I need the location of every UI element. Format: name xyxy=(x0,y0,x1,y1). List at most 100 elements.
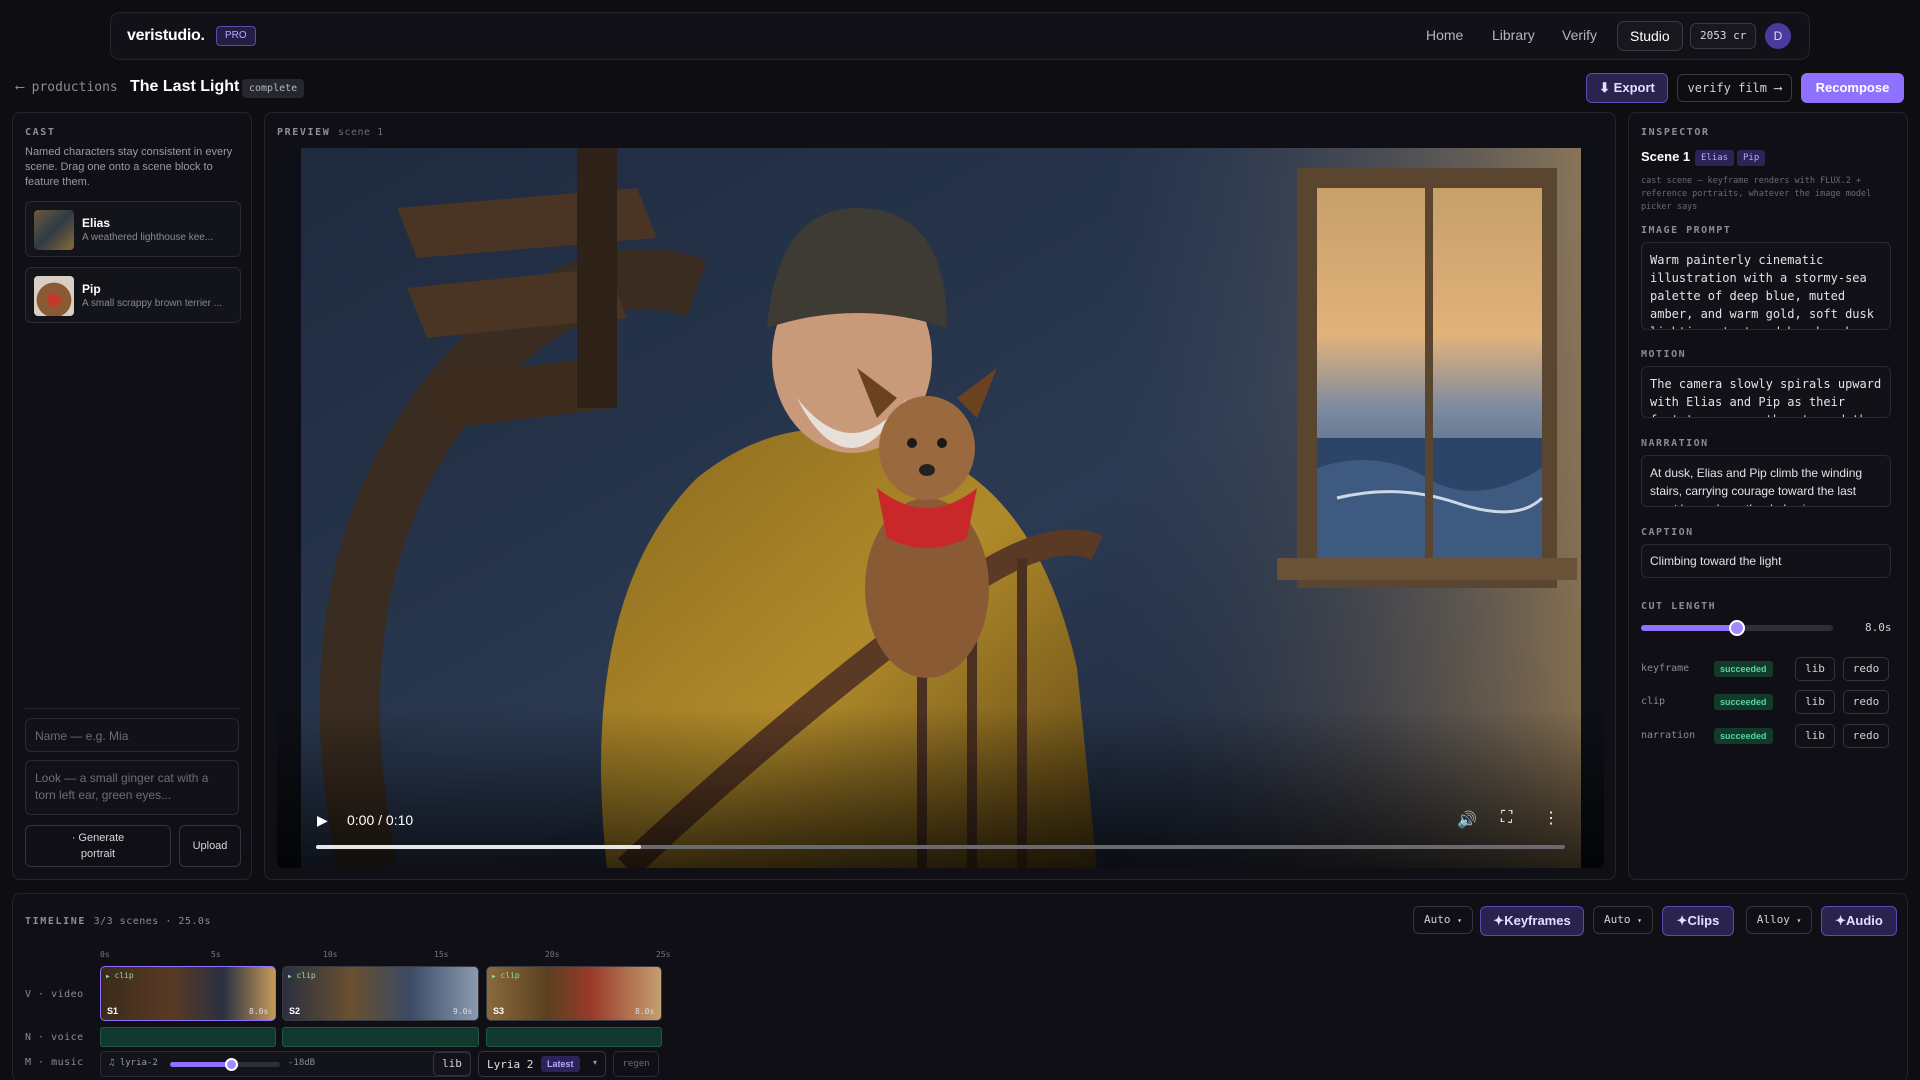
fullscreen-icon[interactable]: ⛶ xyxy=(1501,809,1512,827)
cast-look-input[interactable]: Look — a small ginger cat with a torn le… xyxy=(25,760,239,815)
clip-tag: ▶ clip xyxy=(288,971,316,980)
pro-badge: PRO xyxy=(216,26,256,46)
cast-member-pip[interactable]: Pip A small scrappy brown terrier ... xyxy=(25,267,241,323)
voice-block-s3[interactable] xyxy=(486,1027,662,1047)
narration-lib-button[interactable]: lib xyxy=(1795,724,1835,748)
motion-input[interactable]: The camera slowly spirals upward with El… xyxy=(1641,366,1891,418)
cast-description: Named characters stay consistent in ever… xyxy=(25,146,233,188)
export-button[interactable]: ⬇ Export xyxy=(1586,73,1668,103)
inspector-note: cast scene — keyframe renders with FLUX.… xyxy=(1641,176,1872,212)
audio-button[interactable]: ✦Audio xyxy=(1821,906,1897,936)
chevron-down-icon: ▾ xyxy=(593,1058,598,1067)
clip-model-select[interactable]: Auto ▾ xyxy=(1593,906,1653,934)
clips-button[interactable]: ✦Clips xyxy=(1662,906,1734,936)
scene-clip-s2[interactable]: ▶ clip S2 9.0s xyxy=(282,966,479,1021)
cut-length-fill xyxy=(1641,625,1737,631)
divider xyxy=(25,708,239,709)
music-volume-slider[interactable] xyxy=(170,1058,280,1071)
cast-member-elias[interactable]: Elias A weathered lighthouse kee... xyxy=(25,201,241,257)
avatar[interactable]: D xyxy=(1765,23,1791,49)
scene-clip-s3[interactable]: ▶ clip S3 8.0s xyxy=(486,966,662,1021)
more-options-icon[interactable]: ⋮ xyxy=(1543,808,1559,828)
nav-home[interactable]: Home xyxy=(1426,27,1463,43)
narration-redo-button[interactable]: redo xyxy=(1843,724,1889,748)
page-title: The Last Light xyxy=(130,78,240,95)
nav-studio[interactable]: Studio xyxy=(1617,21,1683,51)
keyframe-model-select[interactable]: Auto ▾ xyxy=(1413,906,1473,934)
clip-label: S1 xyxy=(107,1006,119,1016)
music-volume-handle[interactable] xyxy=(224,1058,238,1071)
keyframe-redo-button[interactable]: redo xyxy=(1843,657,1889,681)
voice-select[interactable]: Alloy ▾ xyxy=(1746,906,1812,934)
top-nav: veristudio. PRO Home Library Verify Stud… xyxy=(110,12,1810,60)
member-desc: A small scrappy brown terrier ... xyxy=(82,298,223,309)
preview-heading: PREVIEW scene 1 xyxy=(277,127,384,138)
music-select-label: Lyria 2 xyxy=(487,1058,534,1071)
generate-portrait-button[interactable]: · Generate portrait xyxy=(25,825,171,867)
status-row-keyframe: keyframe xyxy=(1641,663,1690,674)
music-volume-fill xyxy=(170,1062,231,1067)
video-player[interactable]: ▶ 0:00 / 0:10 🔊 ⛶ ⋮ xyxy=(277,148,1604,868)
download-icon: ⬇ xyxy=(1599,80,1611,95)
clip-duration: 8.0s xyxy=(635,1007,655,1016)
cut-length-handle[interactable] xyxy=(1729,620,1745,636)
clip-lib-button[interactable]: lib xyxy=(1795,690,1835,714)
keyframes-button[interactable]: ✦Keyframes xyxy=(1480,906,1584,936)
arrow-left-icon: ⟵ xyxy=(16,80,24,95)
tick-label: 0s xyxy=(100,950,110,959)
caption-input[interactable]: Climbing toward the light xyxy=(1641,544,1891,578)
tick-label: 20s xyxy=(545,950,560,959)
video-scrubber[interactable] xyxy=(316,845,1565,849)
scene-title: Scene 1 xyxy=(1641,149,1691,164)
cut-length-label: CUT LENGTH xyxy=(1641,601,1717,612)
tick-label: 15s xyxy=(434,950,449,959)
back-link[interactable]: ⟵ productions xyxy=(16,80,118,95)
cast-name-input[interactable]: Name — e.g. Mia xyxy=(25,718,239,752)
elias-portrait xyxy=(34,210,74,250)
brand-logo[interactable]: veristudio. xyxy=(127,27,205,45)
clip-redo-button[interactable]: redo xyxy=(1843,690,1889,714)
image-prompt-input[interactable]: Warm painterly cinematic illustration wi… xyxy=(1641,242,1891,330)
status-badge-clip: succeeded xyxy=(1714,694,1773,710)
member-name: Elias xyxy=(82,216,111,230)
char-pill-pip[interactable]: Pip xyxy=(1737,150,1766,166)
tick-label: 25s xyxy=(656,950,671,959)
music-lib-button[interactable]: lib xyxy=(433,1052,471,1076)
verify-film-button[interactable]: verify film ⟶ xyxy=(1677,74,1792,102)
track-label-video: V · video xyxy=(25,989,84,1000)
pip-portrait xyxy=(34,276,74,316)
recompose-button[interactable]: Recompose xyxy=(1801,73,1904,103)
member-desc: A weathered lighthouse kee... xyxy=(82,232,214,243)
sparkle-icon: ✦ xyxy=(1835,913,1847,928)
music-model-select[interactable]: Lyria 2 Latest ▾ xyxy=(478,1051,606,1077)
motion-label: MOTION xyxy=(1641,349,1687,360)
keyframe-lib-button[interactable]: lib xyxy=(1795,657,1835,681)
image-prompt-label: IMAGE PROMPT xyxy=(1641,225,1732,236)
music-model: ♫ lyria-2 xyxy=(109,1058,158,1068)
voice-block-s1[interactable] xyxy=(100,1027,276,1047)
play-icon[interactable]: ▶ xyxy=(317,812,328,829)
nav-library[interactable]: Library xyxy=(1492,27,1535,43)
sparkle-icon: ✦ xyxy=(1676,913,1688,928)
scene-clip-s1[interactable]: ▶ clip S1 8.0s xyxy=(100,966,276,1021)
timeline-panel: TIMELINE 3/3 scenes · 25.0s Auto ▾ ✦Keyf… xyxy=(12,893,1908,1080)
cast-heading: CAST xyxy=(25,127,56,138)
member-name: Pip xyxy=(82,282,101,296)
sparkle-icon: ✦ xyxy=(1493,913,1505,928)
cut-length-value: 8.0s xyxy=(1865,621,1892,634)
cut-length-slider[interactable] xyxy=(1641,620,1833,636)
char-pill-elias[interactable]: Elias xyxy=(1695,150,1735,166)
narration-input[interactable]: At dusk, Elias and Pip climb the winding… xyxy=(1641,455,1891,507)
upload-button[interactable]: Upload xyxy=(179,825,241,867)
music-regen-button[interactable]: regen xyxy=(613,1051,659,1077)
volume-icon[interactable]: 🔊 xyxy=(1457,810,1477,830)
inspector-heading: INSPECTOR xyxy=(1641,127,1710,138)
status-row-clip: clip xyxy=(1641,696,1666,707)
tick-label: 10s xyxy=(323,950,338,959)
voice-block-s2[interactable] xyxy=(282,1027,479,1047)
nav-verify[interactable]: Verify xyxy=(1562,27,1597,43)
track-label-music: M · music xyxy=(25,1057,84,1068)
status-badge-keyframe: succeeded xyxy=(1714,661,1773,677)
play-icon: ▶ xyxy=(492,973,496,980)
cast-panel: CAST Named characters stay consistent in… xyxy=(12,112,252,880)
